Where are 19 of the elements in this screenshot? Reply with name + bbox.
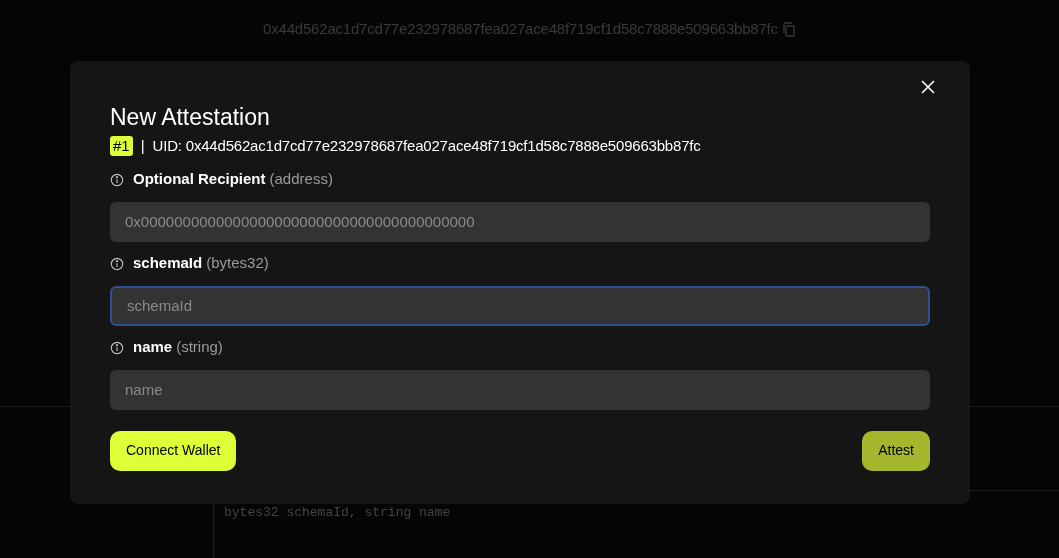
action-button[interactable]: Connect Wallet — [110, 430, 237, 471]
input-field[interactable]: 0x0000000000000000000000000000000000000000 — [110, 201, 930, 242]
info-icon — [110, 172, 124, 187]
field-label: schemaId — [133, 253, 203, 274]
field-type: (string) — [176, 337, 223, 358]
field-label: name — [133, 337, 173, 358]
uid-label: UID: 0x44d562ac1d7cd77e232978687fea027ace48f719cf1d58c7888e509663bb87fc — [152, 136, 701, 156]
input-field[interactable]: name — [110, 369, 930, 410]
field-type: (bytes32) — [206, 253, 269, 274]
schema-code: bytes32 schemaId, string name — [224, 505, 451, 520]
info-icon — [110, 256, 124, 271]
field-type: (address) — [269, 169, 333, 190]
separator: | — [140, 136, 145, 156]
dialog-title: New Attestation — [110, 103, 270, 131]
info-icon — [110, 340, 124, 355]
field-label: Optional Recipient — [133, 169, 266, 190]
number-badge: #1 — [110, 136, 133, 157]
close-icon — [921, 80, 935, 94]
input-field[interactable]: schemaId — [110, 285, 930, 326]
